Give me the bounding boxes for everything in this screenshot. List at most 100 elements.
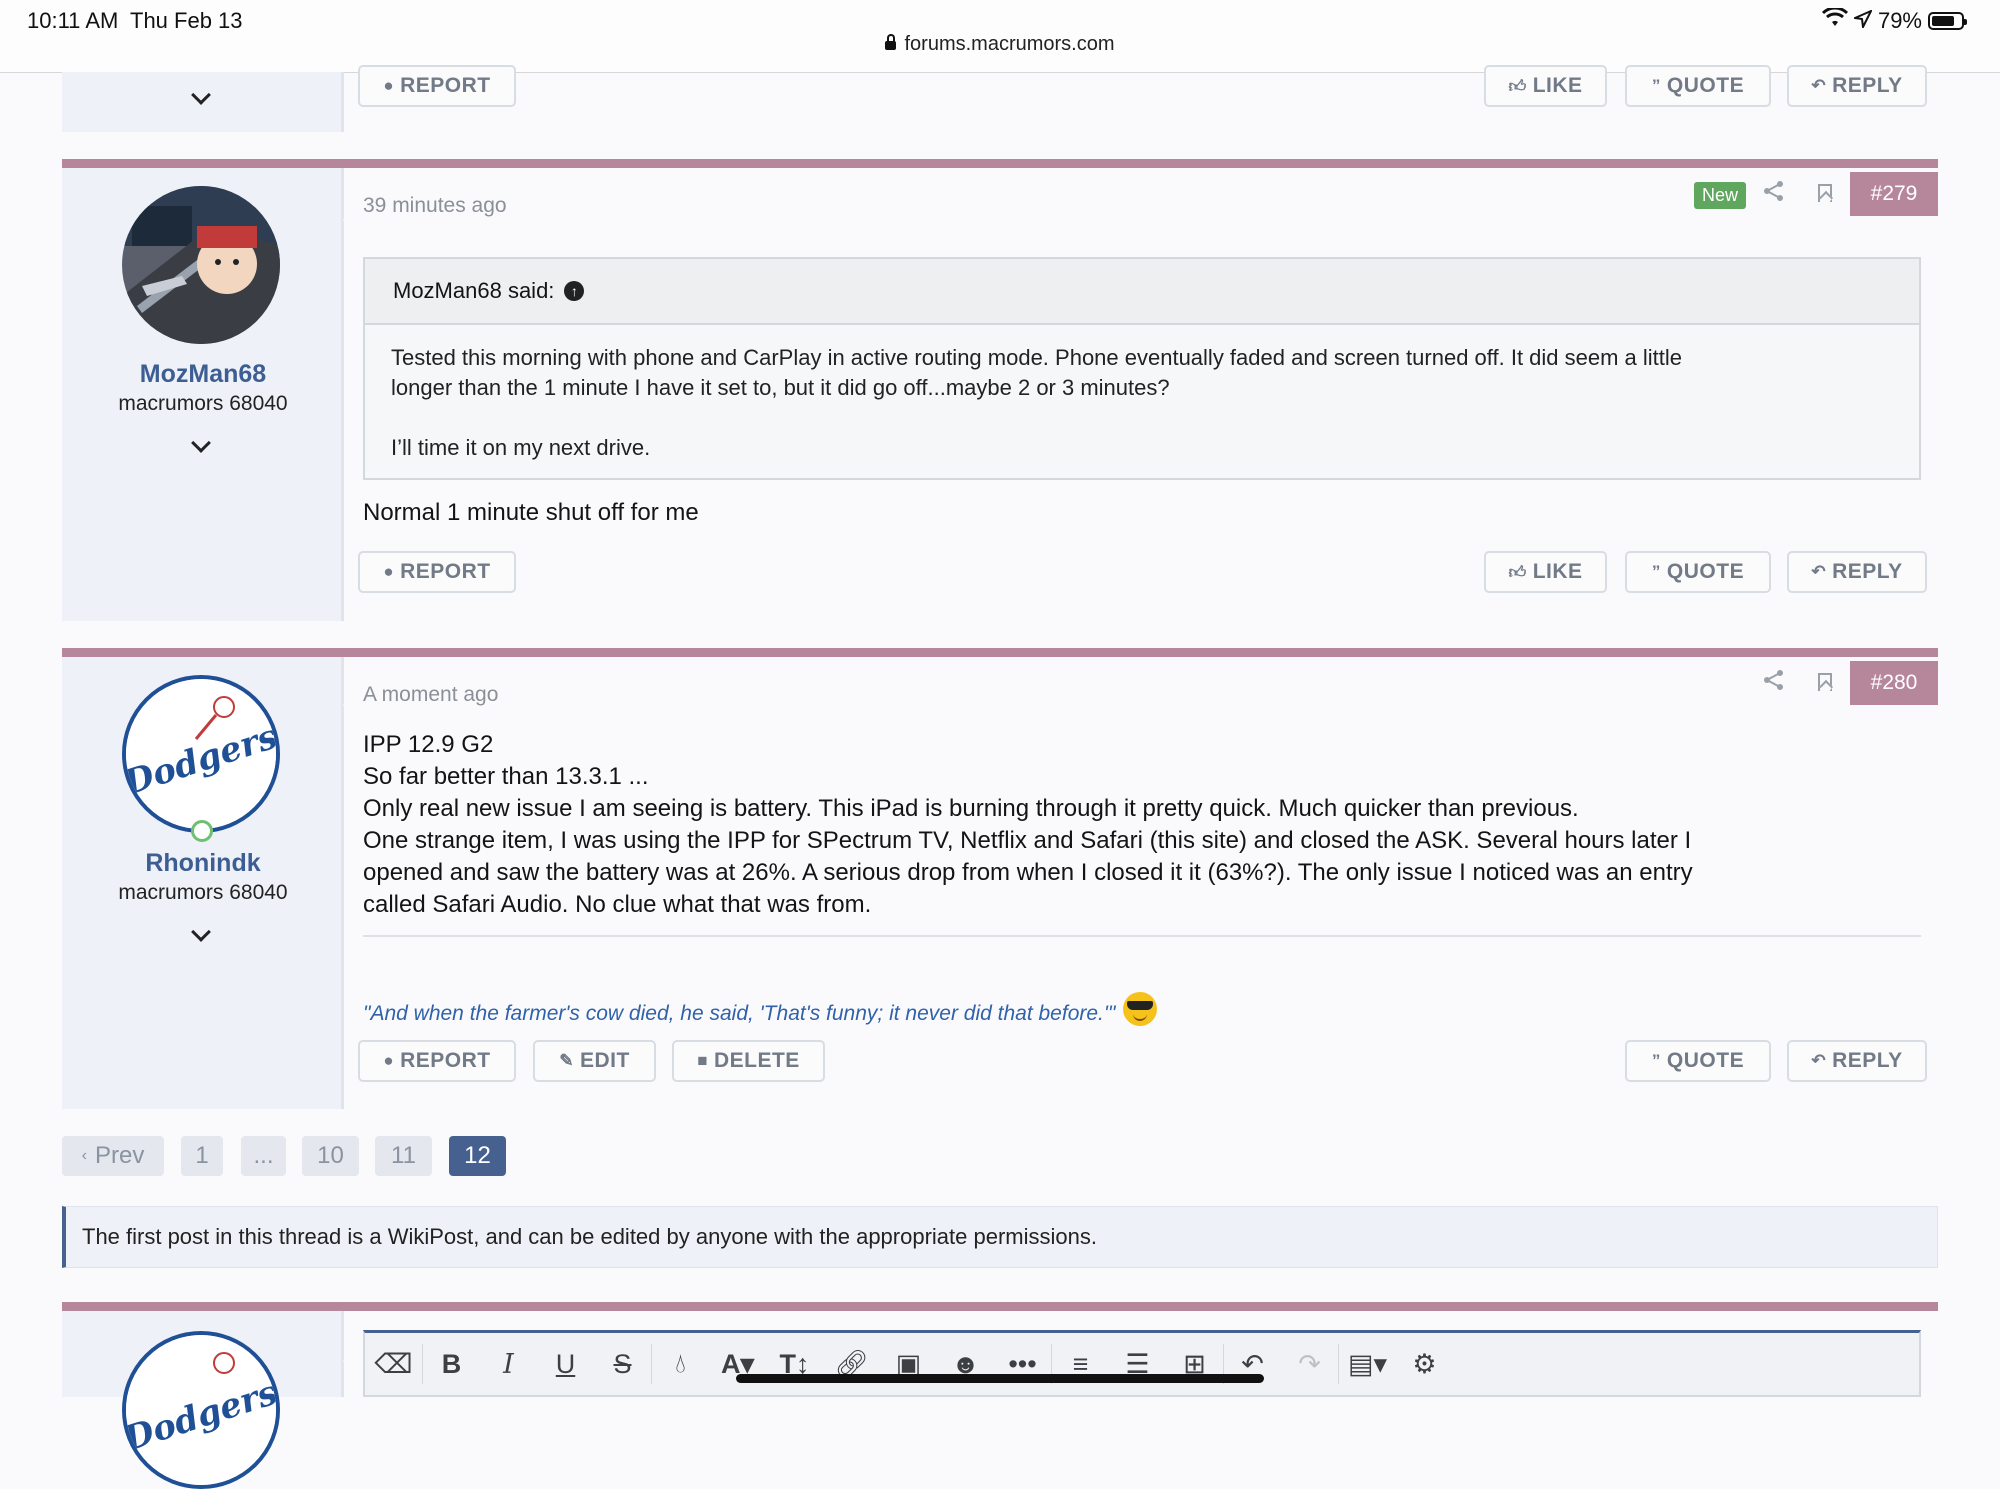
post-divider <box>62 1302 1938 1311</box>
signature: "And when the farmer's cow died, he said… <box>363 992 1158 1026</box>
status-bar: 10:11 AM Thu Feb 13 79% forums.macrumors… <box>0 0 2000 73</box>
quote-button[interactable]: ” QUOTE <box>1625 65 1771 107</box>
message-line: opened and saw the battery was at 26%. A… <box>363 859 1693 886</box>
chevron-left-icon: ‹ <box>81 1147 87 1164</box>
avatar[interactable]: Dodgers <box>122 675 280 833</box>
quote-line: I’ll time it on my next drive. <box>391 435 651 460</box>
user-title: macrumors 68040 <box>118 392 288 415</box>
like-button[interactable]: 👍︎ LIKE <box>1484 65 1607 107</box>
post-timestamp[interactable]: A moment ago <box>363 683 498 707</box>
italic-icon[interactable]: I <box>480 1349 537 1380</box>
reply-button[interactable]: ↶ REPLY <box>1787 551 1927 593</box>
page-link-current[interactable]: 12 <box>449 1136 506 1176</box>
alert-icon: ● <box>383 562 395 581</box>
alert-icon: ● <box>383 76 395 95</box>
online-status-icon <box>191 820 213 842</box>
quote-line: Tested this morning with phone and CarPl… <box>391 345 1683 370</box>
bookmark-icon[interactable] <box>1818 184 1832 202</box>
message-line: called Safari Audio. No clue what that w… <box>363 891 872 918</box>
page-jump-ellipsis[interactable]: ... <box>241 1136 286 1176</box>
quote-author: MozMan68 said: <box>393 278 555 303</box>
post-message: IPP 12.9 G2 So far better than 13.3.1 ..… <box>363 729 1693 921</box>
home-indicator <box>736 1374 1264 1383</box>
reply-button[interactable]: ↶ REPLY <box>1787 1040 1927 1082</box>
reply-sidebar: Dodgers <box>62 1311 355 1489</box>
thumbs-up-icon: 👍︎ <box>1508 562 1527 582</box>
location-arrow-icon <box>1851 8 1874 34</box>
address-bar[interactable]: forums.macrumors.com <box>0 33 2000 56</box>
username-link[interactable]: MozMan68 <box>62 360 344 389</box>
message-line: So far better than 13.3.1 ... <box>363 763 649 790</box>
wikipost-notice: The first post in this thread is a WikiP… <box>62 1206 1938 1268</box>
report-button[interactable]: ● REPORT <box>358 65 516 107</box>
reply-button[interactable]: ↶ REPLY <box>1787 65 1927 107</box>
report-button[interactable]: ● REPORT <box>358 551 516 593</box>
sidebar-pointer <box>343 1349 355 1373</box>
chevron-down-icon[interactable] <box>188 86 214 112</box>
post-number-link[interactable]: #279 <box>1850 172 1938 216</box>
quote-body: Tested this morning with phone and CarPl… <box>365 325 1919 477</box>
trash-icon: ■ <box>697 1051 708 1070</box>
post-number-link[interactable]: #280 <box>1850 661 1938 705</box>
text-color-icon[interactable]: 💧︎ <box>652 1348 709 1380</box>
arrow-up-circle-icon[interactable]: ↑ <box>564 281 585 301</box>
share-icon[interactable] <box>1763 669 1785 697</box>
quote-header[interactable]: MozMan68 said: ↑ <box>365 259 1919 325</box>
sidebar-pointer <box>343 693 355 717</box>
report-button[interactable]: ● REPORT <box>358 1040 516 1082</box>
page-link-1[interactable]: 1 <box>181 1136 223 1176</box>
quote-block: MozMan68 said: ↑ Tested this morning wit… <box>363 257 1921 480</box>
quote-icon: ” <box>1651 76 1661 95</box>
editor-toolbar: ⌫ B I U S 💧︎ A▾ T↕ 🔗︎ ▣ ☻ ••• ≡ ☰ ⊞ ↶ ↷ … <box>363 1330 1921 1397</box>
page-link-10[interactable]: 10 <box>302 1136 359 1176</box>
prev-post-sidebar <box>62 72 344 132</box>
strikethrough-icon[interactable]: S <box>594 1349 651 1380</box>
quote-icon: ” <box>1651 562 1661 581</box>
status-time: 10:11 AM <box>27 8 119 33</box>
gear-icon[interactable]: ⚙ <box>1396 1349 1453 1380</box>
message-line: IPP 12.9 G2 <box>363 731 494 758</box>
battery-icon <box>1928 12 1967 30</box>
status-date: Thu Feb 13 <box>130 8 243 33</box>
alert-icon: ● <box>383 1051 395 1070</box>
new-badge: New <box>1694 182 1747 209</box>
quote-icon: ” <box>1651 1051 1661 1070</box>
bold-icon[interactable]: B <box>423 1349 480 1380</box>
avatar[interactable]: Dodgers <box>122 1331 280 1489</box>
prev-page-button[interactable]: ‹ Prev <box>62 1136 164 1176</box>
signature-divider <box>363 935 1921 937</box>
user-title: macrumors 68040 <box>118 881 288 904</box>
thumbs-up-icon: 👍︎ <box>1508 76 1527 96</box>
bookmark-icon[interactable] <box>1818 673 1832 691</box>
post-timestamp[interactable]: 39 minutes ago <box>363 194 507 218</box>
delete-button[interactable]: ■ DELETE <box>672 1040 825 1082</box>
sidebar-pointer <box>343 208 355 232</box>
chevron-down-icon[interactable] <box>188 434 214 460</box>
redo-icon[interactable]: ↷ <box>1281 1349 1338 1380</box>
eraser-icon[interactable]: ⌫ <box>365 1349 422 1380</box>
post-divider <box>62 648 1938 657</box>
like-button[interactable]: 👍︎ LIKE <box>1484 551 1607 593</box>
battery-percent: 79% <box>1877 8 1922 33</box>
edit-button[interactable]: ✎ EDIT <box>533 1040 656 1082</box>
message-line: Only real new issue I am seeing is batte… <box>363 795 1579 822</box>
chevron-down-icon[interactable] <box>188 923 214 949</box>
post-message: Normal 1 minute shut off for me <box>363 499 699 526</box>
quote-line: longer than the 1 minute I have it set t… <box>391 375 1170 400</box>
page-link-11[interactable]: 11 <box>375 1136 432 1176</box>
quote-button[interactable]: ” QUOTE <box>1625 551 1771 593</box>
username-link[interactable]: Rhonindk <box>62 849 344 878</box>
wifi-icon <box>1821 6 1849 34</box>
post-divider <box>62 159 1938 168</box>
pencil-icon: ✎ <box>559 1051 574 1070</box>
post-279-sidebar: MozMan68 macrumors 68040 <box>62 168 355 621</box>
quote-button[interactable]: ” QUOTE <box>1625 1040 1771 1082</box>
avatar[interactable] <box>122 186 280 344</box>
save-draft-icon[interactable]: ▤▾ <box>1339 1349 1396 1380</box>
lock-icon <box>885 34 897 50</box>
underline-icon[interactable]: U <box>537 1349 594 1380</box>
status-indicators: 79% <box>1821 6 1967 34</box>
signature-text: "And when the farmer's cow died, he said… <box>363 1002 1116 1025</box>
url-text: forums.macrumors.com <box>904 33 1115 55</box>
share-icon[interactable] <box>1763 180 1785 208</box>
